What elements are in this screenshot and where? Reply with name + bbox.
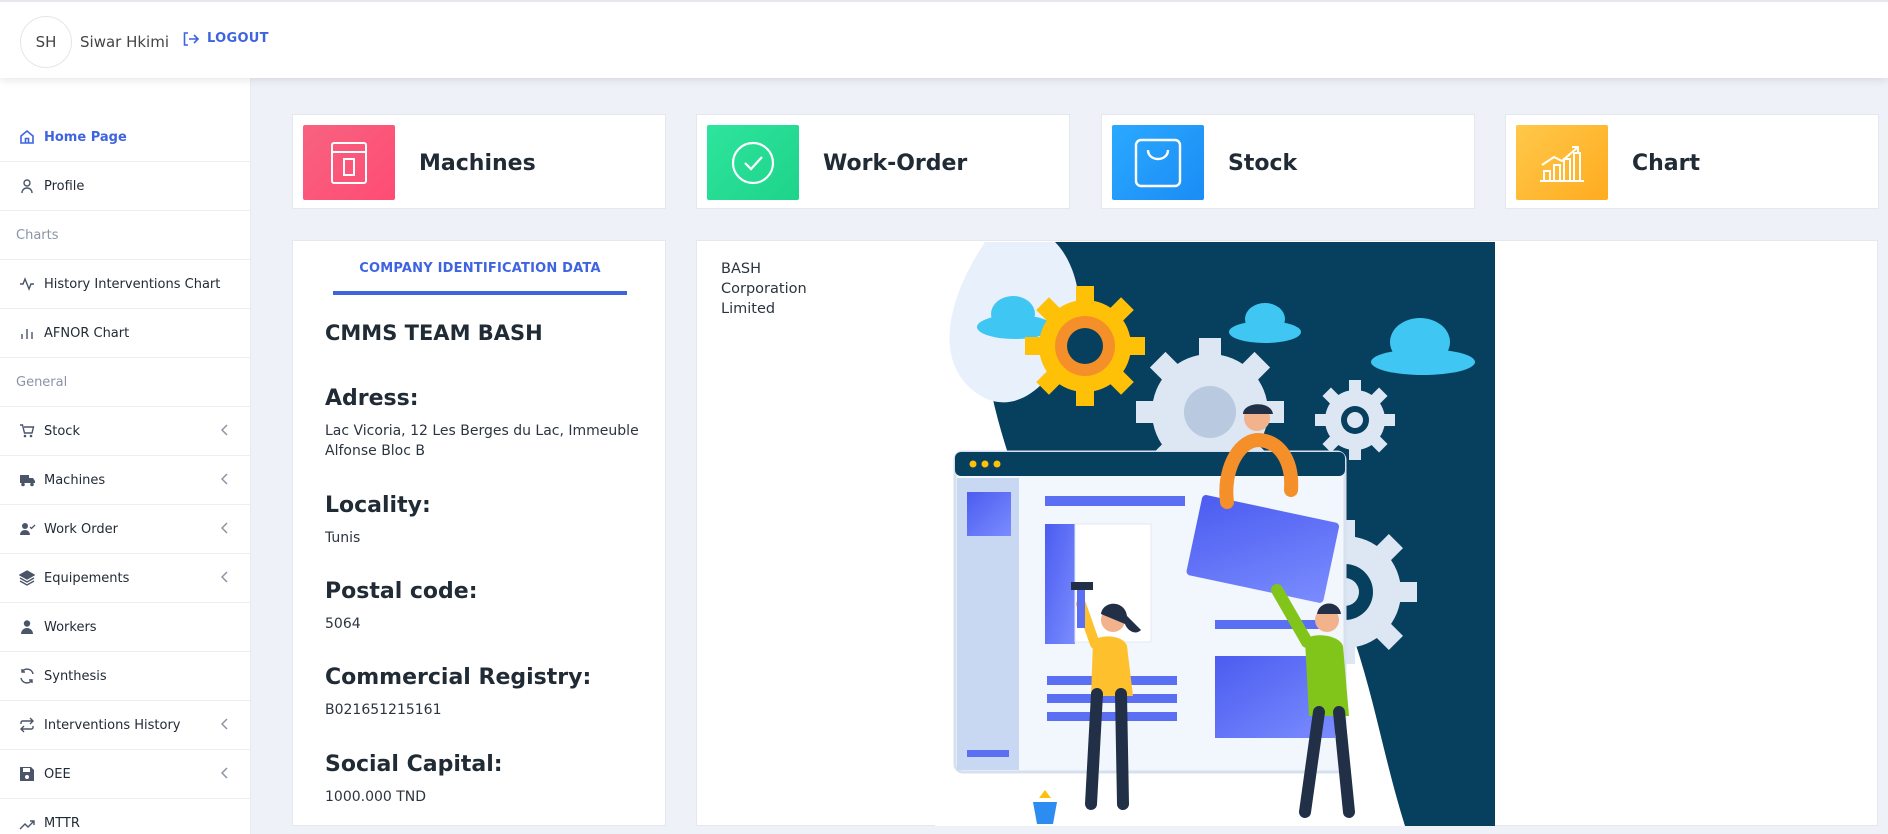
field-value: B021651215161 xyxy=(325,702,442,718)
corp-line: Corporation xyxy=(721,281,807,297)
bar-chart-icon xyxy=(18,324,36,342)
chevron-left-icon xyxy=(221,767,228,779)
repeat-icon xyxy=(18,716,36,734)
sidebar-item-label: Interventions History xyxy=(44,717,181,733)
sidebar-item-work-order[interactable]: Work Order xyxy=(0,505,251,554)
logout-label: LOGOUT xyxy=(207,31,269,46)
sidebar-item-mttr[interactable]: MTTR xyxy=(0,799,251,834)
field-locality: Locality: Tunis xyxy=(325,493,645,548)
sidebar-item-label: AFNOR Chart xyxy=(44,325,130,341)
sidebar-item-interventions-history[interactable]: Interventions History xyxy=(0,701,251,750)
card-label: Machines xyxy=(419,151,536,176)
sidebar-item-label: History Interventions Chart xyxy=(44,276,221,292)
company-info-panel: COMPANY IDENTIFICATION DATA CMMS TEAM BA… xyxy=(292,240,666,826)
sidebar-nav: Home Page Profile Charts History Interve… xyxy=(0,113,251,834)
field-commercial-registry: Commercial Registry: B021651215161 xyxy=(325,665,645,720)
illustration-panel: BASH Corporation Limited xyxy=(696,240,1878,826)
sidebar-item-afnor-chart[interactable]: AFNOR Chart xyxy=(0,309,251,358)
avatar[interactable]: SH xyxy=(20,16,72,68)
sidebar-item-profile[interactable]: Profile xyxy=(0,162,251,211)
sidebar-item-history-interventions-chart[interactable]: History Interventions Chart xyxy=(0,260,251,309)
field-label: Social Capital: xyxy=(325,752,503,777)
tab-company-identification[interactable]: COMPANY IDENTIFICATION DATA xyxy=(333,261,627,295)
sidebar-item-label: Work Order xyxy=(44,521,118,537)
card-label: Stock xyxy=(1228,151,1298,176)
field-address: Adress: Lac Vicoria, 12 Les Berges du La… xyxy=(325,386,645,461)
chevron-left-icon xyxy=(221,473,228,485)
username: Siwar Hkimi xyxy=(80,33,169,51)
corporation-name: BASH Corporation Limited xyxy=(721,259,807,319)
sidebar-item-machines[interactable]: Machines xyxy=(0,456,251,505)
field-social-capital: Social Capital: 1000.000 TND xyxy=(325,752,645,807)
truck-icon xyxy=(18,471,36,489)
field-label: Adress: xyxy=(325,386,419,411)
sidebar-item-label: Workers xyxy=(44,619,97,635)
machine-icon xyxy=(303,125,395,200)
field-value: 1000.000 TND xyxy=(325,789,427,805)
sidebar-item-label: MTTR xyxy=(44,816,80,831)
chevron-left-icon xyxy=(221,424,228,436)
sidebar-item-stock[interactable]: Stock xyxy=(0,407,251,456)
field-postal-code: Postal code: 5064 xyxy=(325,579,645,634)
field-value: Tunis xyxy=(325,530,361,546)
sidebar-item-label: Machines xyxy=(44,472,106,488)
logout-icon xyxy=(183,31,199,46)
user-icon xyxy=(18,177,36,195)
sidebar-item-oee[interactable]: OEE xyxy=(0,750,251,799)
chevron-left-icon xyxy=(221,522,228,534)
refresh-icon xyxy=(18,667,36,685)
layers-icon xyxy=(18,569,36,587)
field-label: Commercial Registry: xyxy=(325,665,592,690)
sidebar-item-home-page[interactable]: Home Page xyxy=(0,113,251,162)
top-navbar: SH Siwar Hkimi LOGOUT xyxy=(0,0,1888,78)
sidebar-item-workers[interactable]: Workers xyxy=(0,603,251,652)
check-circle-icon xyxy=(707,125,799,200)
field-label: Locality: xyxy=(325,493,431,518)
activity-icon xyxy=(18,275,36,293)
teamwork-illustration xyxy=(935,242,1495,826)
card-label: Chart xyxy=(1632,151,1701,176)
card-work-order[interactable]: Work-Order xyxy=(696,114,1070,209)
card-label: Work-Order xyxy=(823,151,968,176)
shopping-bag-icon xyxy=(1112,125,1204,200)
sidebar-item-label: Stock xyxy=(44,423,80,439)
logout-button[interactable]: LOGOUT xyxy=(183,31,269,46)
field-value: 5064 xyxy=(325,616,361,632)
chevron-left-icon xyxy=(221,718,228,730)
cart-icon xyxy=(18,422,36,440)
section-general: General xyxy=(0,358,251,407)
company-name: CMMS TEAM BASH xyxy=(325,321,543,345)
sidebar-item-equipements[interactable]: Equipements xyxy=(0,554,251,603)
sidebar-item-label: Home Page xyxy=(44,129,127,145)
corp-line: Limited xyxy=(721,301,776,317)
sidebar-item-label: OEE xyxy=(44,766,71,782)
sidebar-item-synthesis[interactable]: Synthesis xyxy=(0,652,251,701)
home-icon xyxy=(18,128,36,146)
card-stock[interactable]: Stock xyxy=(1101,114,1475,209)
chevron-left-icon xyxy=(221,571,228,583)
sidebar-item-label: Equipements xyxy=(44,570,130,586)
sidebar-item-label: Profile xyxy=(44,178,85,194)
sidebar-item-label: Synthesis xyxy=(44,668,107,684)
card-chart[interactable]: Chart xyxy=(1505,114,1879,209)
growth-chart-icon xyxy=(1516,125,1608,200)
user-check-icon xyxy=(18,520,36,538)
field-label: Postal code: xyxy=(325,579,478,604)
section-charts: Charts xyxy=(0,211,251,260)
person-icon xyxy=(18,618,36,636)
field-value: Lac Vicoria, 12 Les Berges du Lac, Immeu… xyxy=(325,423,639,459)
trending-up-icon xyxy=(18,815,36,833)
corp-line: BASH xyxy=(721,261,761,277)
avatar-initials: SH xyxy=(35,33,57,51)
save-icon xyxy=(18,765,36,783)
card-machines[interactable]: Machines xyxy=(292,114,666,209)
